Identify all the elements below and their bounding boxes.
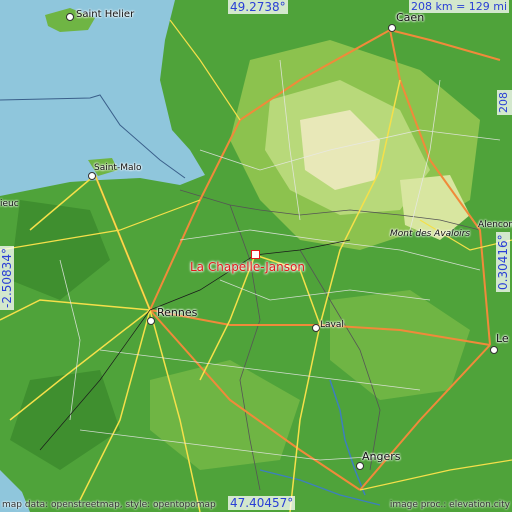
city-label-le[interactable]: Le [496, 332, 509, 345]
city-label-laval[interactable]: Laval [320, 320, 344, 330]
le-mans-dot [490, 346, 498, 354]
peak-label-mont-des-avaloirs[interactable]: Mont des Avaloirs [390, 229, 470, 239]
laval-dot [312, 324, 320, 332]
city-label-saint-helier[interactable]: Saint Helier [76, 9, 134, 20]
saint-helier-dot [66, 13, 74, 21]
left-longitude: -2.50834° [0, 246, 14, 310]
caen-dot [388, 24, 396, 32]
rennes-dot [147, 317, 155, 325]
angers-dot [356, 462, 364, 470]
scale-vertical: 208 km = 129 mi [497, 90, 512, 115]
bottom-latitude: 47.40457° [228, 496, 296, 510]
city-label-ieuc[interactable]: ieuc [0, 199, 19, 209]
scale-horizontal: 208 km = 129 mi [409, 0, 510, 13]
credit-image-proc: image proc.: elevation.city [389, 500, 510, 510]
place-marker[interactable] [251, 250, 260, 259]
city-label-angers[interactable]: Angers [362, 450, 401, 463]
terrain-map[interactable]: Saint Helier Caen Saint-Malo Rennes Lava… [0, 0, 512, 512]
right-longitude: 0.30416° [496, 232, 510, 292]
saint-malo-dot [88, 172, 96, 180]
city-label-saint-malo[interactable]: Saint-Malo [94, 163, 142, 173]
top-latitude: 49.2738° [228, 0, 288, 14]
city-label-alencon[interactable]: Alencon [478, 220, 512, 230]
credit-map-data: map data: openstreetmap, style: opentopo… [2, 500, 216, 510]
place-label[interactable]: La Chapelle-Janson [190, 260, 305, 274]
city-label-rennes[interactable]: Rennes [157, 306, 197, 319]
